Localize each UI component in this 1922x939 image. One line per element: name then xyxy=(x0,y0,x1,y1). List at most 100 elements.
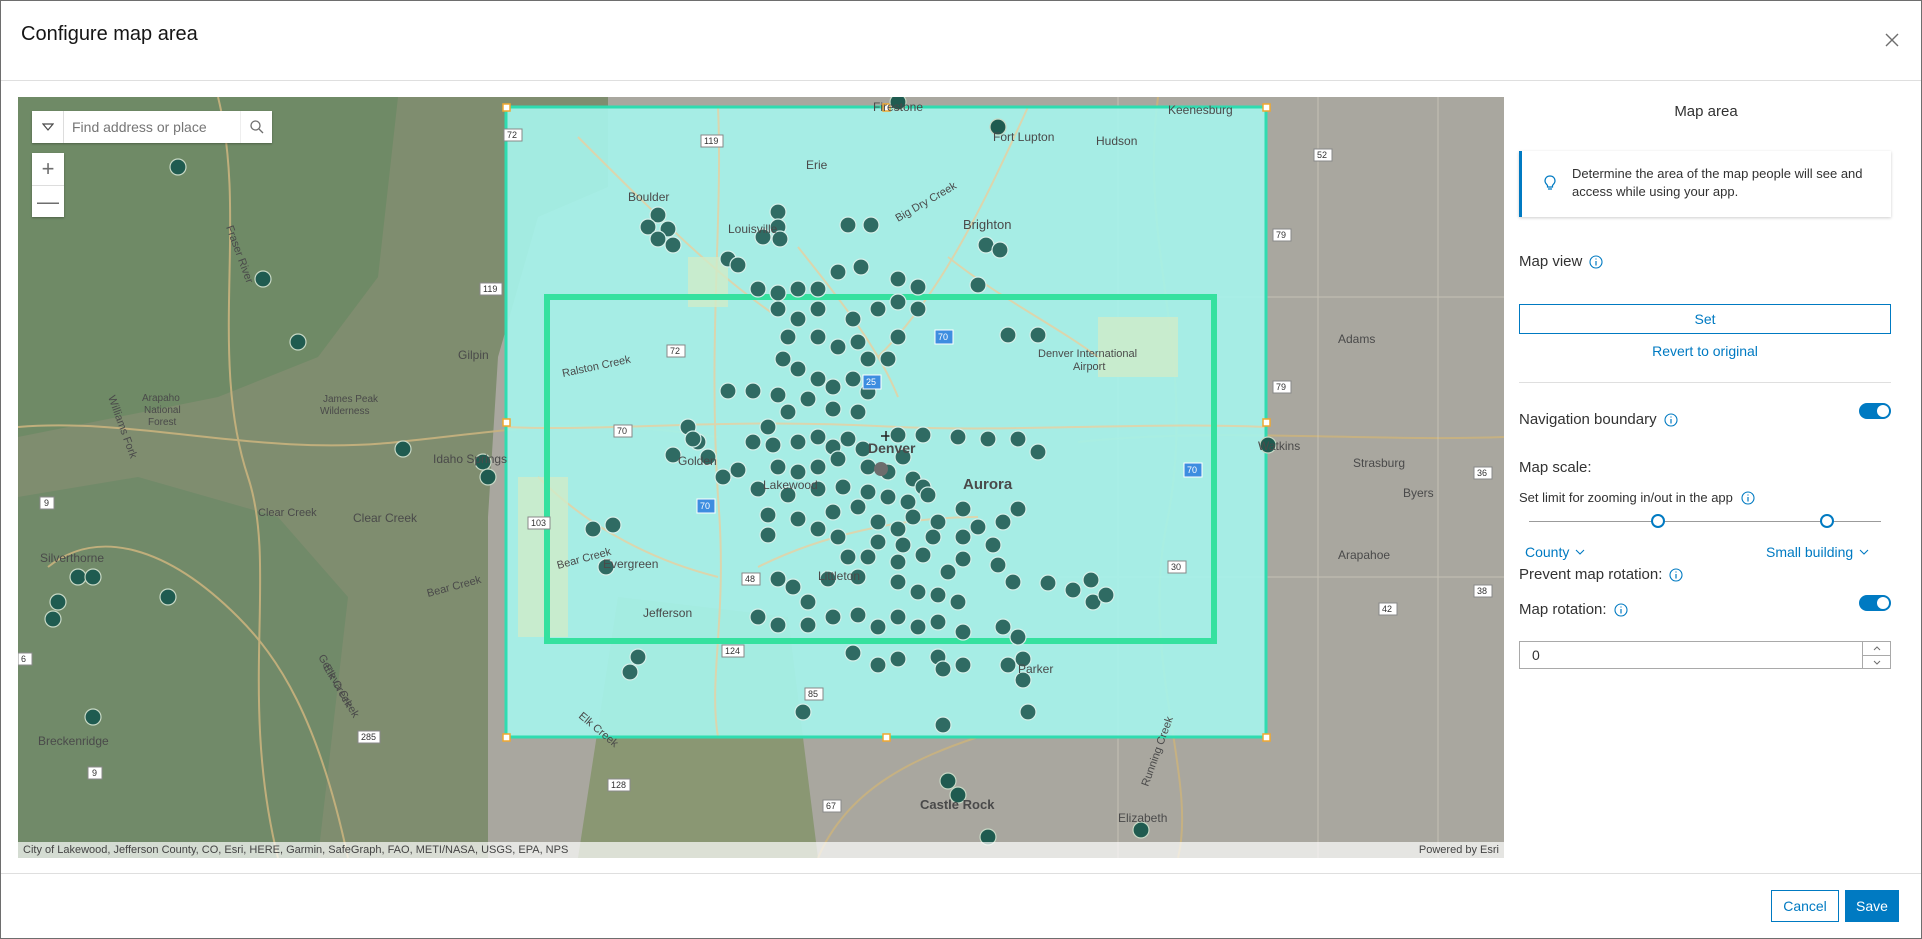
svg-text:103: 103 xyxy=(531,518,546,528)
svg-text:Clear Creek: Clear Creek xyxy=(353,511,418,525)
svg-text:Brighton: Brighton xyxy=(963,217,1011,232)
svg-text:Strasburg: Strasburg xyxy=(1353,456,1405,470)
svg-text:Silverthorne: Silverthorne xyxy=(40,551,104,565)
cancel-button[interactable]: Cancel xyxy=(1771,890,1839,922)
zoom-control: + — xyxy=(32,153,64,217)
chevron-down-icon xyxy=(1575,549,1585,555)
chevron-down-icon xyxy=(41,123,54,131)
close-button[interactable] xyxy=(1881,29,1903,51)
svg-text:Firestone: Firestone xyxy=(873,100,923,114)
svg-text:Lakewood: Lakewood xyxy=(763,478,818,492)
search-icon xyxy=(249,120,263,134)
decrement-button[interactable] xyxy=(1863,655,1890,668)
max-scale-dropdown[interactable]: Small building xyxy=(1766,544,1869,560)
powered-by[interactable]: Powered by Esri xyxy=(1419,842,1499,858)
svg-text:Elizabeth: Elizabeth xyxy=(1118,811,1167,825)
svg-text:Boulder: Boulder xyxy=(628,190,669,204)
increment-button[interactable] xyxy=(1863,642,1890,655)
close-icon xyxy=(1885,33,1899,47)
svg-text:Fort Lupton: Fort Lupton xyxy=(993,130,1054,144)
svg-text:Airport: Airport xyxy=(1073,361,1105,373)
navigation-boundary-toggle[interactable] xyxy=(1859,403,1891,419)
svg-text:Wilderness: Wilderness xyxy=(320,406,369,417)
svg-text:National: National xyxy=(144,405,181,416)
search-button[interactable] xyxy=(240,111,272,143)
revert-to-original-link[interactable]: Revert to original xyxy=(1519,343,1891,359)
svg-text:Aurora: Aurora xyxy=(963,476,1013,493)
info-icon[interactable] xyxy=(1741,490,1755,505)
info-icon[interactable] xyxy=(1664,412,1678,427)
svg-text:Byers: Byers xyxy=(1403,486,1434,500)
svg-text:42: 42 xyxy=(1382,604,1392,614)
max-scale-handle[interactable] xyxy=(1820,514,1834,528)
svg-text:119: 119 xyxy=(704,136,718,146)
navigation-boundary-label: Navigation boundary xyxy=(1519,411,1657,428)
map-attribution: City of Lakewood, Jefferson County, CO, … xyxy=(18,842,1504,858)
svg-text:Hudson: Hudson xyxy=(1096,134,1137,148)
svg-text:30: 30 xyxy=(1171,562,1181,572)
save-button[interactable]: Save xyxy=(1845,890,1899,922)
svg-text:Watkins: Watkins xyxy=(1258,439,1300,453)
svg-text:Parker: Parker xyxy=(1018,662,1053,676)
divider xyxy=(1519,382,1891,383)
svg-text:Littleton: Littleton xyxy=(818,569,860,583)
zoom-limit-label: Set limit for zooming in/out in the app xyxy=(1519,490,1733,505)
svg-text:36: 36 xyxy=(1477,468,1487,478)
chevron-down-icon xyxy=(1873,660,1880,665)
attribution-text: City of Lakewood, Jefferson County, CO, … xyxy=(23,844,569,856)
min-scale-dropdown[interactable]: County xyxy=(1525,544,1585,560)
svg-text:9: 9 xyxy=(44,498,49,508)
map-rotation-row: Map rotation: xyxy=(1519,601,1628,618)
svg-text:Adams: Adams xyxy=(1338,332,1375,346)
search-source-dropdown[interactable] xyxy=(32,111,64,143)
svg-text:38: 38 xyxy=(1477,586,1487,596)
svg-text:Castle Rock: Castle Rock xyxy=(920,797,995,812)
configure-map-area-dialog: Configure map area Firestone Keenesburg … xyxy=(0,0,1922,939)
info-icon[interactable] xyxy=(1669,567,1683,582)
svg-text:119: 119 xyxy=(483,284,497,294)
info-notice: Determine the area of the map people wil… xyxy=(1519,151,1891,217)
notice-text: Determine the area of the map people wil… xyxy=(1572,166,1863,199)
svg-text:70: 70 xyxy=(938,332,948,342)
svg-text:67: 67 xyxy=(826,801,836,811)
lightbulb-icon xyxy=(1544,175,1556,190)
map-view-label: Map view xyxy=(1519,253,1583,270)
set-map-view-button[interactable]: Set xyxy=(1519,304,1891,334)
svg-text:Clear Creek: Clear Creek xyxy=(258,507,317,519)
svg-text:70: 70 xyxy=(700,501,710,511)
map-rotation-label: Map rotation: xyxy=(1519,601,1607,618)
svg-text:Golden: Golden xyxy=(678,454,717,468)
svg-text:Breckenridge: Breckenridge xyxy=(38,734,109,748)
svg-text:70: 70 xyxy=(617,426,627,436)
navigation-boundary-row: Navigation boundary xyxy=(1519,411,1678,428)
svg-text:70: 70 xyxy=(1187,465,1197,475)
prevent-rotation-row: Prevent map rotation: xyxy=(1519,566,1683,583)
svg-text:Denver: Denver xyxy=(868,440,916,456)
prevent-rotation-toggle[interactable] xyxy=(1859,595,1891,611)
svg-text:Jefferson: Jefferson xyxy=(643,606,692,620)
zoom-out-button[interactable]: — xyxy=(32,185,64,217)
svg-text:Arapahoe: Arapahoe xyxy=(1338,548,1390,562)
svg-text:72: 72 xyxy=(507,130,517,140)
svg-text:52: 52 xyxy=(1317,150,1327,160)
dialog-header: Configure map area xyxy=(1,1,1921,81)
zoom-limit-row: Set limit for zooming in/out in the app xyxy=(1519,490,1755,505)
svg-text:79: 79 xyxy=(1276,230,1286,240)
dialog-title: Configure map area xyxy=(21,23,198,45)
info-icon[interactable] xyxy=(1613,602,1628,617)
svg-text:85: 85 xyxy=(808,689,818,699)
svg-text:Denver International: Denver International xyxy=(1038,348,1137,360)
svg-text:25: 25 xyxy=(866,377,876,387)
search-input[interactable] xyxy=(64,112,240,142)
footer-divider xyxy=(1,873,1921,874)
svg-text:James Peak: James Peak xyxy=(323,394,379,405)
map-view[interactable]: Firestone Keenesburg Boulder Erie Fort L… xyxy=(18,97,1504,858)
info-icon[interactable] xyxy=(1589,254,1603,269)
map-rotation-input[interactable] xyxy=(1520,642,1860,668)
svg-text:285: 285 xyxy=(361,732,376,742)
prevent-rotation-label: Prevent map rotation: xyxy=(1519,566,1663,583)
zoom-in-button[interactable]: + xyxy=(32,153,64,185)
min-scale-handle[interactable] xyxy=(1651,514,1665,528)
svg-text:Gilpin: Gilpin xyxy=(458,348,489,362)
svg-text:Keenesburg: Keenesburg xyxy=(1168,103,1233,117)
